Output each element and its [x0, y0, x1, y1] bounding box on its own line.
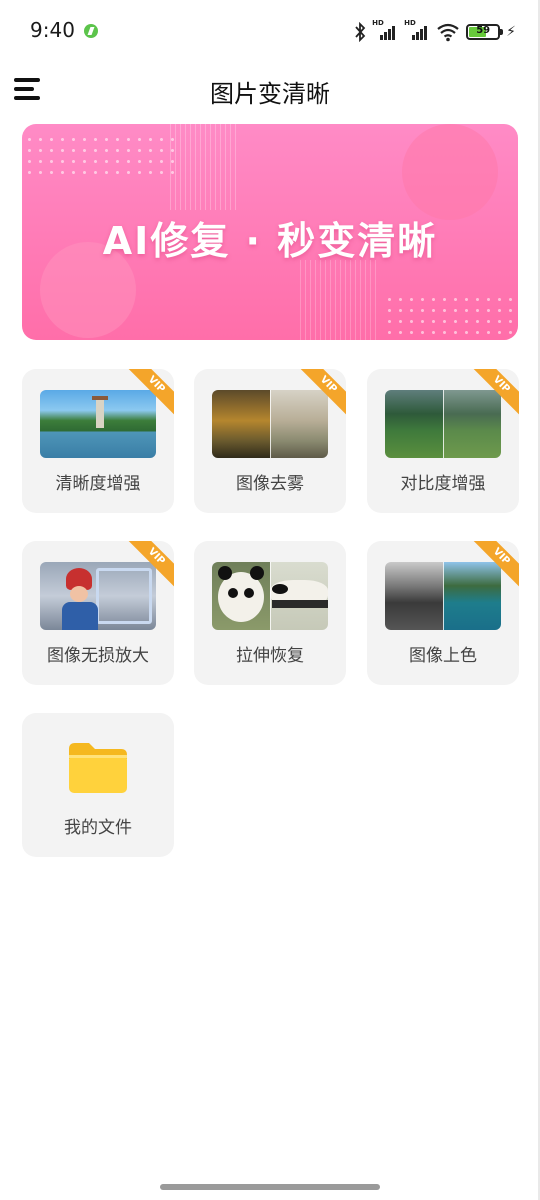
misty-forest-photo	[212, 390, 328, 458]
battery-level: 59	[476, 25, 491, 36]
app-screen: 9:40 HD HD 59 ⚡ 图片变清晰 AI修复 · 秒变清晰 VIP 清晰…	[0, 0, 540, 1200]
feature-label: 图像无损放大	[47, 646, 149, 666]
bluetooth-icon	[355, 22, 366, 42]
status-bar: 9:40 HD HD 59 ⚡	[0, 0, 540, 64]
feature-label: 图像去雾	[236, 474, 304, 494]
cell-signal-1-icon: HD	[372, 19, 398, 42]
feature-clarity-enhance[interactable]: VIP 清晰度增强	[22, 369, 174, 513]
feature-label: 图像上色	[409, 646, 477, 666]
wifi-icon	[437, 23, 459, 42]
feature-label: 清晰度增强	[55, 474, 141, 494]
promo-banner[interactable]: AI修复 · 秒变清晰	[22, 124, 518, 340]
lake-colorize-photo	[385, 562, 501, 630]
battery-icon: 59	[466, 24, 504, 40]
feature-label: 对比度增强	[400, 474, 486, 494]
banner-decoration	[402, 124, 498, 220]
pagoda-lake-photo	[40, 390, 156, 458]
hd-label: HD	[404, 19, 416, 27]
app-header: 图片变清晰	[0, 64, 540, 116]
banner-decoration	[24, 134, 182, 174]
cell-signal-2-icon: HD	[404, 19, 430, 42]
banner-decoration	[170, 124, 240, 210]
child-in-snow-photo	[40, 562, 156, 630]
app-notification-icon	[84, 24, 98, 38]
feature-stretch-restore[interactable]: 拉伸恢复	[194, 541, 346, 685]
banner-decoration	[384, 294, 516, 334]
feature-colorize[interactable]: VIP 图像上色	[367, 541, 519, 685]
feature-lossless-upscale[interactable]: VIP 图像无损放大	[22, 541, 174, 685]
home-indicator[interactable]	[160, 1184, 380, 1190]
page-title: 图片变清晰	[210, 80, 330, 108]
feature-label: 我的文件	[64, 818, 132, 838]
status-icons: HD HD 59 ⚡	[354, 19, 516, 44]
green-valley-photo	[385, 390, 501, 458]
status-time: 9:40	[30, 18, 75, 42]
feature-contrast-enhance[interactable]: VIP 对比度增强	[367, 369, 519, 513]
folder-icon	[69, 743, 127, 793]
banner-text: AI修复 · 秒变清晰	[102, 219, 438, 263]
charging-icon: ⚡	[506, 24, 516, 40]
feature-label: 拉伸恢复	[236, 646, 304, 666]
hd-label: HD	[372, 19, 384, 27]
feature-dehaze[interactable]: VIP 图像去雾	[194, 369, 346, 513]
banner-decoration	[300, 260, 380, 340]
panda-photo	[212, 562, 328, 630]
feature-my-files[interactable]: 我的文件	[22, 713, 174, 857]
